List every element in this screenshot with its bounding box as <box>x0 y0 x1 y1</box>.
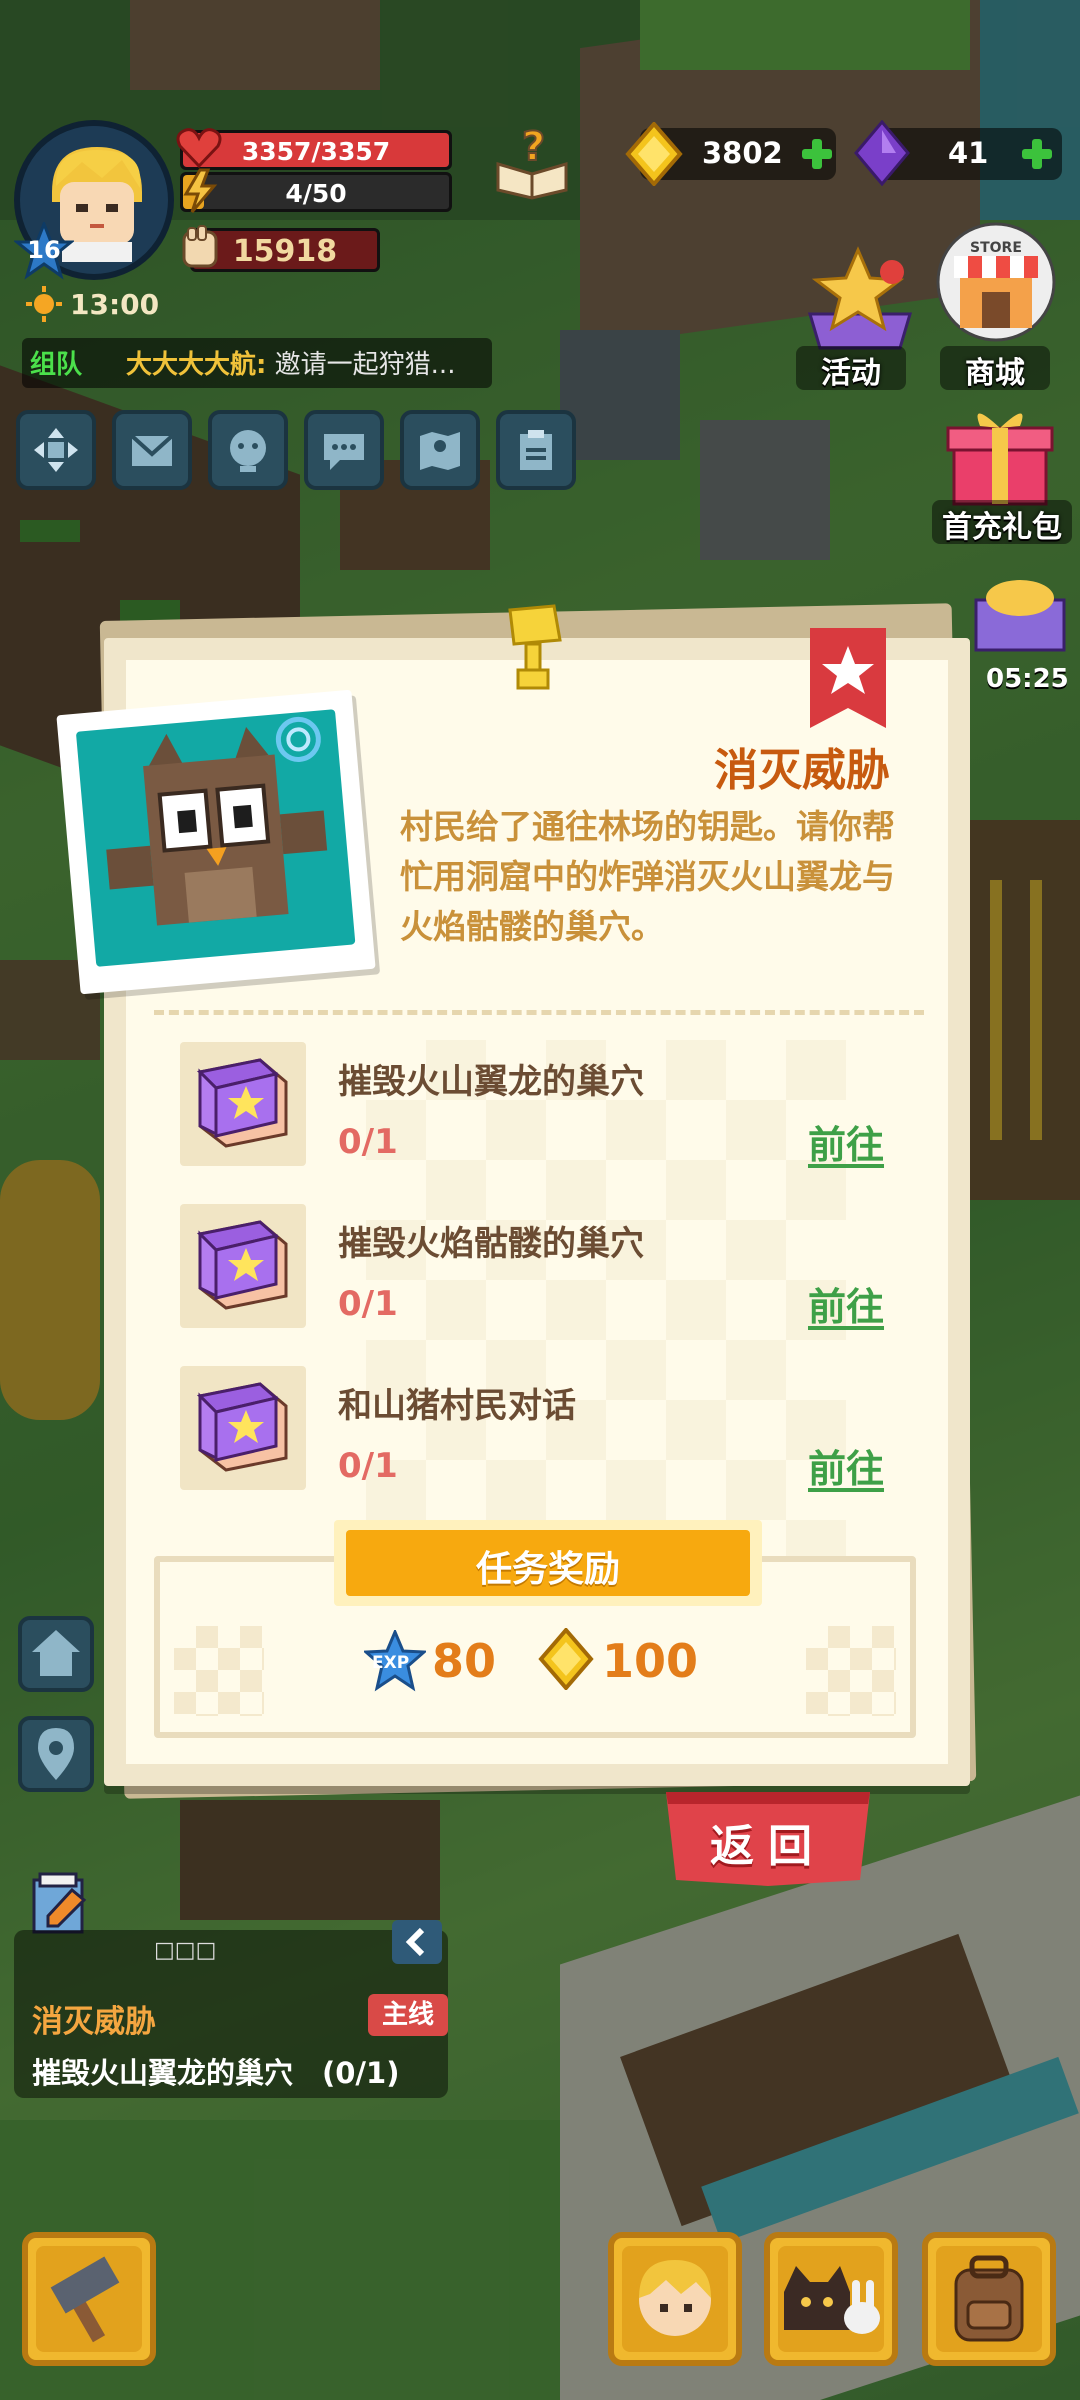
friends-face-icon <box>230 430 266 472</box>
tracker-quest-title: 消灭威胁 <box>32 2004 156 2040</box>
task-3-name: 和山猪村民对话 <box>338 1386 576 1426</box>
mail-icon <box>130 434 174 466</box>
task-3-icon-frame <box>180 1366 306 1490</box>
exp-star-icon: EXP <box>364 1630 426 1692</box>
level-number: 16 <box>27 236 61 264</box>
tracker-quest-task: 摧毁火山翼龙的巢穴 (0/1) <box>32 2056 400 2090</box>
level-badge: 16 <box>12 219 76 282</box>
chat-button[interactable] <box>304 410 384 490</box>
hp-text: 3357/3357 <box>241 137 391 166</box>
reward-header-label: 任务奖励 <box>475 1549 620 1590</box>
pets-icon <box>784 2266 880 2334</box>
gold-plus-icon[interactable] <box>800 137 834 171</box>
heart-icon <box>176 128 222 169</box>
backpack-button[interactable] <box>922 2232 1056 2366</box>
game-time: 13:00 <box>70 288 160 321</box>
spellbook-icon <box>196 1220 288 1310</box>
backpack-icon <box>954 2255 1024 2342</box>
back-label: 返回 <box>710 1821 826 1872</box>
quest-title: 消灭威胁 <box>714 745 890 796</box>
map-button[interactable] <box>400 410 480 490</box>
shop-label: 商城 <box>965 356 1025 391</box>
task-3-progress: 0/1 <box>338 1446 398 1486</box>
energy-text: 4/50 <box>285 179 347 208</box>
team-message-text: 邀请一起狩猎... <box>266 350 456 380</box>
home-icon <box>32 1630 80 1676</box>
collapse-tracker-button[interactable] <box>392 1920 442 1964</box>
gold-coin-icon <box>625 122 683 186</box>
back-button[interactable]: 返回 <box>660 1792 876 1886</box>
event-timer: 05:25 <box>986 664 1069 694</box>
main-quest-star-bookmark-icon <box>810 628 886 728</box>
friends-button[interactable] <box>208 410 288 490</box>
quest-npc-photo <box>56 689 376 995</box>
chevron-left-icon <box>405 1927 425 1957</box>
store-sign-text: STORE <box>970 240 1022 256</box>
lightning-icon <box>183 168 218 213</box>
quest-book-icon[interactable]: ? <box>492 120 572 200</box>
paper-pin-icon <box>508 604 562 690</box>
main-quest-tag: 主线 <box>368 1994 448 2036</box>
hammer-build-button[interactable] <box>22 2232 156 2366</box>
gold-value: 3802 <box>702 136 783 170</box>
task-1-progress: 0/1 <box>338 1122 398 1162</box>
svg-text:EXP: EXP <box>372 1653 409 1673</box>
store-button-icon[interactable]: STORE <box>930 220 1060 350</box>
fist-power-icon <box>182 225 218 268</box>
task-3-go-link[interactable]: 前往 <box>808 1438 884 1493</box>
gem-plus-icon[interactable] <box>1020 137 1054 171</box>
location-pin-icon <box>38 1728 74 1780</box>
svg-text:?: ? <box>522 124 545 170</box>
purple-gem-icon <box>854 120 910 186</box>
team-sender: 大大大大航: <box>126 350 267 380</box>
tracker-page-dots: □□□ <box>154 1938 217 1963</box>
hero-button[interactable] <box>608 2232 742 2366</box>
notice-button[interactable] <box>496 410 576 490</box>
first-recharge-label: 首充礼包 <box>942 510 1062 545</box>
divider <box>154 1010 924 1015</box>
activity-label: 活动 <box>821 356 881 391</box>
treasure-chest-icon[interactable] <box>970 570 1070 654</box>
gift-box-icon[interactable] <box>940 400 1060 510</box>
pencil-note-icon[interactable] <box>24 1866 94 1936</box>
mail-button[interactable] <box>112 410 192 490</box>
task-2-name: 摧毁火焰骷髅的巢穴 <box>338 1224 644 1264</box>
home-button[interactable] <box>18 1616 94 1692</box>
task-1-go-link[interactable]: 前往 <box>808 1114 884 1169</box>
location-button[interactable] <box>18 1716 94 1792</box>
reward-header: 任务奖励 <box>334 1520 762 1606</box>
pets-button[interactable] <box>764 2232 898 2366</box>
chat-bubble-icon <box>324 434 364 470</box>
expand-button[interactable] <box>16 410 96 490</box>
spellbook-icon <box>196 1382 288 1472</box>
reward-exp-value: 80 <box>432 1634 497 1688</box>
team-tag: 组队 <box>30 350 83 380</box>
hammer-icon <box>50 2256 120 2343</box>
sun-clock-icon <box>26 286 62 322</box>
task-2-progress: 0/1 <box>338 1284 398 1324</box>
hero-head-icon <box>639 2260 711 2336</box>
quest-description: 村民给了通往林场的钥匙。请你帮忙用洞窟中的炸弹消灭火山翼龙与火焰骷髅的巢穴。 <box>400 807 895 946</box>
gem-value: 41 <box>948 136 989 170</box>
team-chat-bar[interactable]: 组队 大大大大航: 邀请一起狩猎... <box>22 338 492 388</box>
map-pin-icon <box>420 432 460 470</box>
task-1-name: 摧毁火山翼龙的巢穴 <box>338 1062 644 1102</box>
gold-coin-icon <box>538 1628 594 1690</box>
team-message: 大大大大航: 邀请一起狩猎... <box>126 344 455 381</box>
spellbook-icon <box>196 1058 288 1148</box>
task-2-go-link[interactable]: 前往 <box>808 1276 884 1331</box>
expand-arrows-icon <box>34 428 78 472</box>
reward-gold-value: 100 <box>602 1634 699 1688</box>
target-ring-icon <box>275 716 321 762</box>
task-2-icon-frame <box>180 1204 306 1328</box>
clipboard-icon <box>520 430 552 470</box>
task-1-icon-frame <box>180 1042 306 1166</box>
activity-button-icon[interactable] <box>800 244 920 354</box>
